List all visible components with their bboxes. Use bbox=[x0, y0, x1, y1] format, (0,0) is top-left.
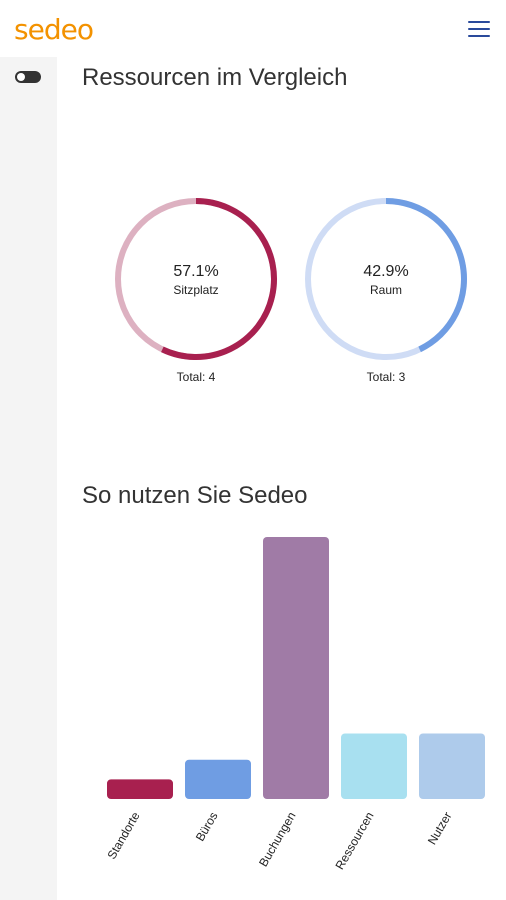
top-bar: sedeo bbox=[0, 0, 506, 57]
donut-category-label: Sitzplatz bbox=[173, 283, 218, 297]
usage-title: So nutzen Sie Sedeo bbox=[82, 482, 308, 509]
sidebar bbox=[0, 57, 57, 900]
usage-bar-chart: Standorte Büros Buchungen Ressourcen Nutzer bbox=[104, 537, 485, 872]
hamburger-menu-icon[interactable] bbox=[464, 16, 494, 42]
donut-chart-raum: 42.9% Raum Total: 3 bbox=[305, 198, 467, 384]
donut-category-label: Raum bbox=[370, 283, 402, 297]
x-tick-label: Buchungen bbox=[256, 810, 298, 870]
toggle-switch-icon[interactable] bbox=[15, 71, 41, 83]
comparison-title: Ressourcen im Vergleich bbox=[82, 64, 348, 91]
donut-chart-sitzplatz: 57.1% Sitzplatz Total: 4 bbox=[115, 198, 277, 384]
bar-nutzer bbox=[419, 733, 485, 799]
bar-standorte bbox=[107, 779, 173, 799]
x-tick-label: Büros bbox=[193, 810, 221, 844]
donut-charts: 57.1% Sitzplatz Total: 4 42.9% Raum Tota… bbox=[115, 198, 467, 384]
bar-buchungen bbox=[263, 537, 329, 799]
donut-total-label: Total: 3 bbox=[367, 370, 406, 384]
x-tick-label: Ressourcen bbox=[332, 810, 376, 872]
sedeo-logo[interactable]: sedeo bbox=[14, 12, 94, 48]
donut-value-label: 42.9% bbox=[363, 263, 408, 280]
x-tick-label: Nutzer bbox=[425, 809, 455, 847]
donut-value-label: 57.1% bbox=[173, 263, 218, 280]
x-tick-label: Standorte bbox=[104, 809, 142, 861]
main-content: Ressourcen im Vergleich 57.1% Sitzplatz … bbox=[57, 57, 506, 900]
bar-ressourcen bbox=[341, 733, 407, 799]
donut-total-label: Total: 4 bbox=[177, 370, 216, 384]
bar-b-ros bbox=[185, 759, 251, 799]
